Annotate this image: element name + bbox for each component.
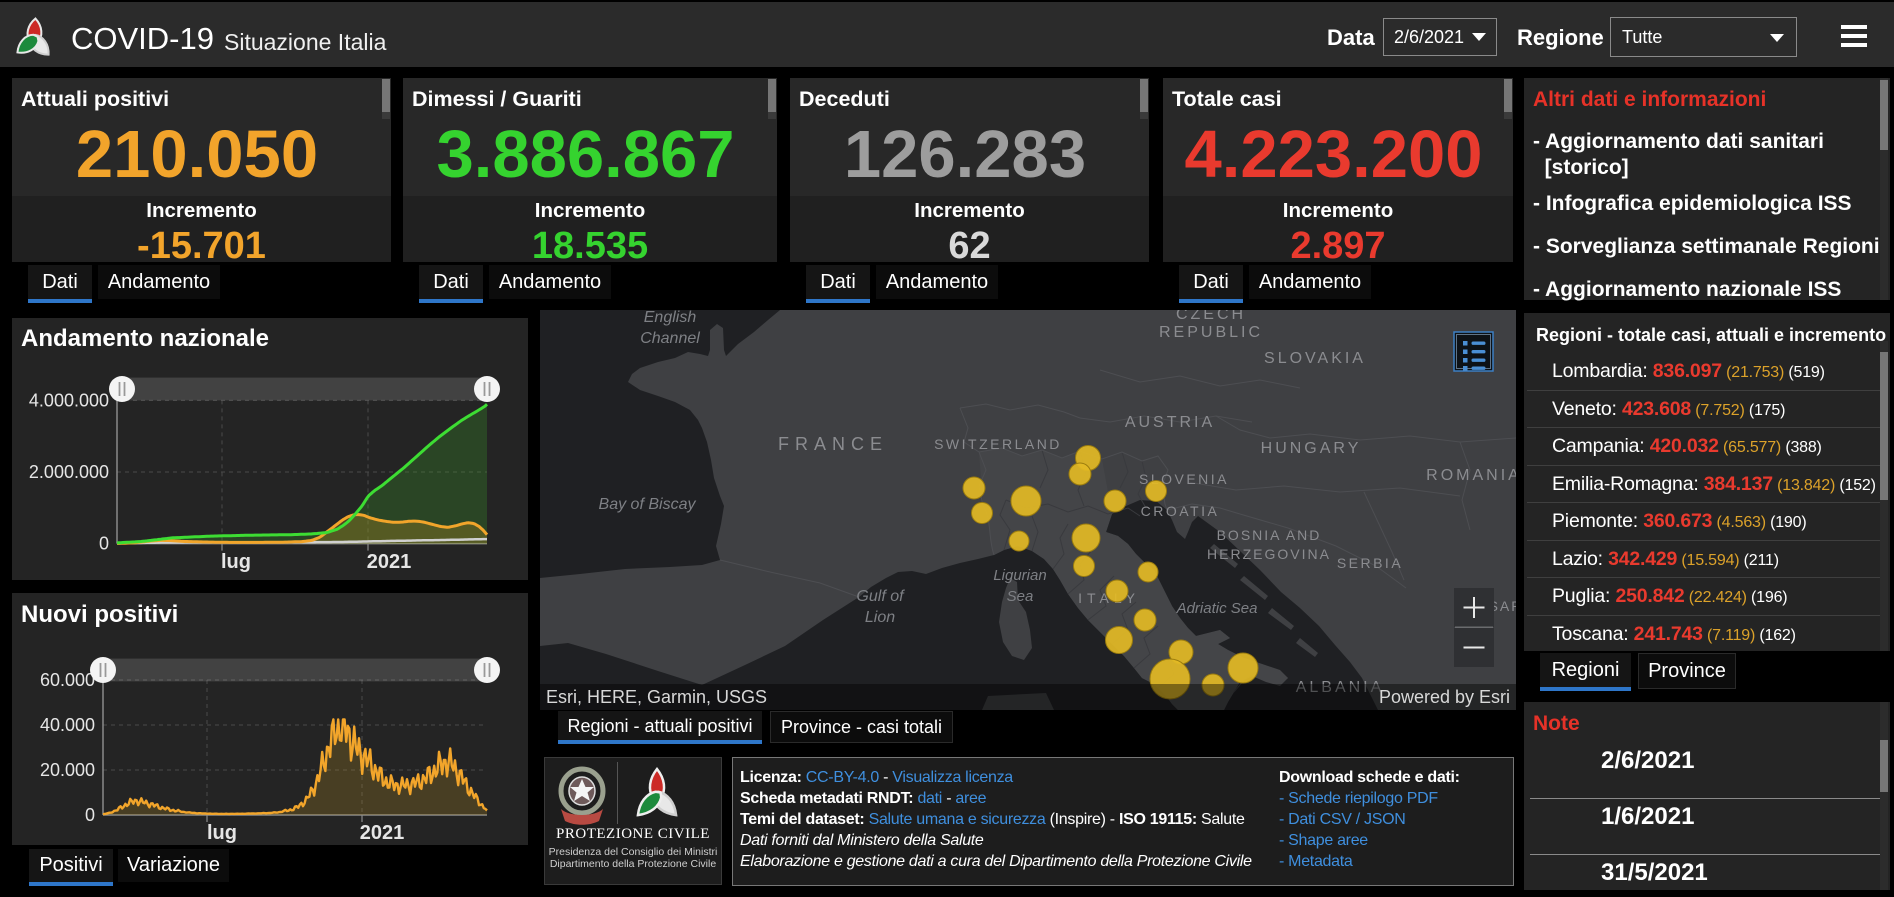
svg-text:Sea: Sea — [1007, 588, 1034, 605]
svg-text:2.000.000: 2.000.000 — [29, 462, 109, 482]
svg-text:SLOVAKIA: SLOVAKIA — [1264, 350, 1366, 367]
svg-text:SERBIA: SERBIA — [1337, 555, 1403, 571]
svg-text:HERZEGOVINA: HERZEGOVINA — [1207, 546, 1331, 562]
svg-text:0: 0 — [85, 805, 95, 825]
svg-text:Bay of Biscay: Bay of Biscay — [599, 496, 697, 513]
svg-text:FRANCE: FRANCE — [778, 434, 888, 454]
svg-text:lug: lug — [221, 551, 251, 573]
svg-text:2021: 2021 — [360, 822, 405, 844]
svg-text:Lion: Lion — [865, 609, 895, 626]
svg-text:Channel: Channel — [640, 330, 700, 347]
svg-text:0: 0 — [99, 534, 109, 554]
svg-text:2021: 2021 — [367, 551, 412, 573]
svg-text:20.000: 20.000 — [40, 760, 95, 780]
svg-text:Esri, HERE, Garmin, USGS: Esri, HERE, Garmin, USGS — [546, 687, 767, 707]
svg-text:Powered by Esri: Powered by Esri — [1379, 687, 1510, 707]
svg-text:lug: lug — [207, 822, 237, 844]
svg-text:ROMANIA: ROMANIA — [1426, 467, 1516, 484]
svg-text:Adriatic Sea: Adriatic Sea — [1176, 600, 1258, 617]
svg-text:CZECH: CZECH — [1176, 310, 1246, 323]
svg-text:SWITZERLAND: SWITZERLAND — [934, 436, 1062, 452]
svg-text:Gulf of: Gulf of — [856, 588, 905, 605]
svg-text:REPUBLIC: REPUBLIC — [1159, 324, 1263, 341]
svg-text:HUNGARY: HUNGARY — [1261, 440, 1362, 457]
svg-text:BOSNIA AND: BOSNIA AND — [1217, 527, 1322, 543]
svg-text:CROATIA: CROATIA — [1141, 503, 1220, 519]
svg-text:4.000.000: 4.000.000 — [29, 390, 109, 410]
svg-text:40.000: 40.000 — [40, 715, 95, 735]
svg-text:English: English — [644, 310, 697, 326]
svg-text:Ligurian: Ligurian — [993, 567, 1046, 584]
svg-text:60.000: 60.000 — [40, 670, 95, 690]
svg-text:AUSTRIA: AUSTRIA — [1125, 414, 1215, 431]
